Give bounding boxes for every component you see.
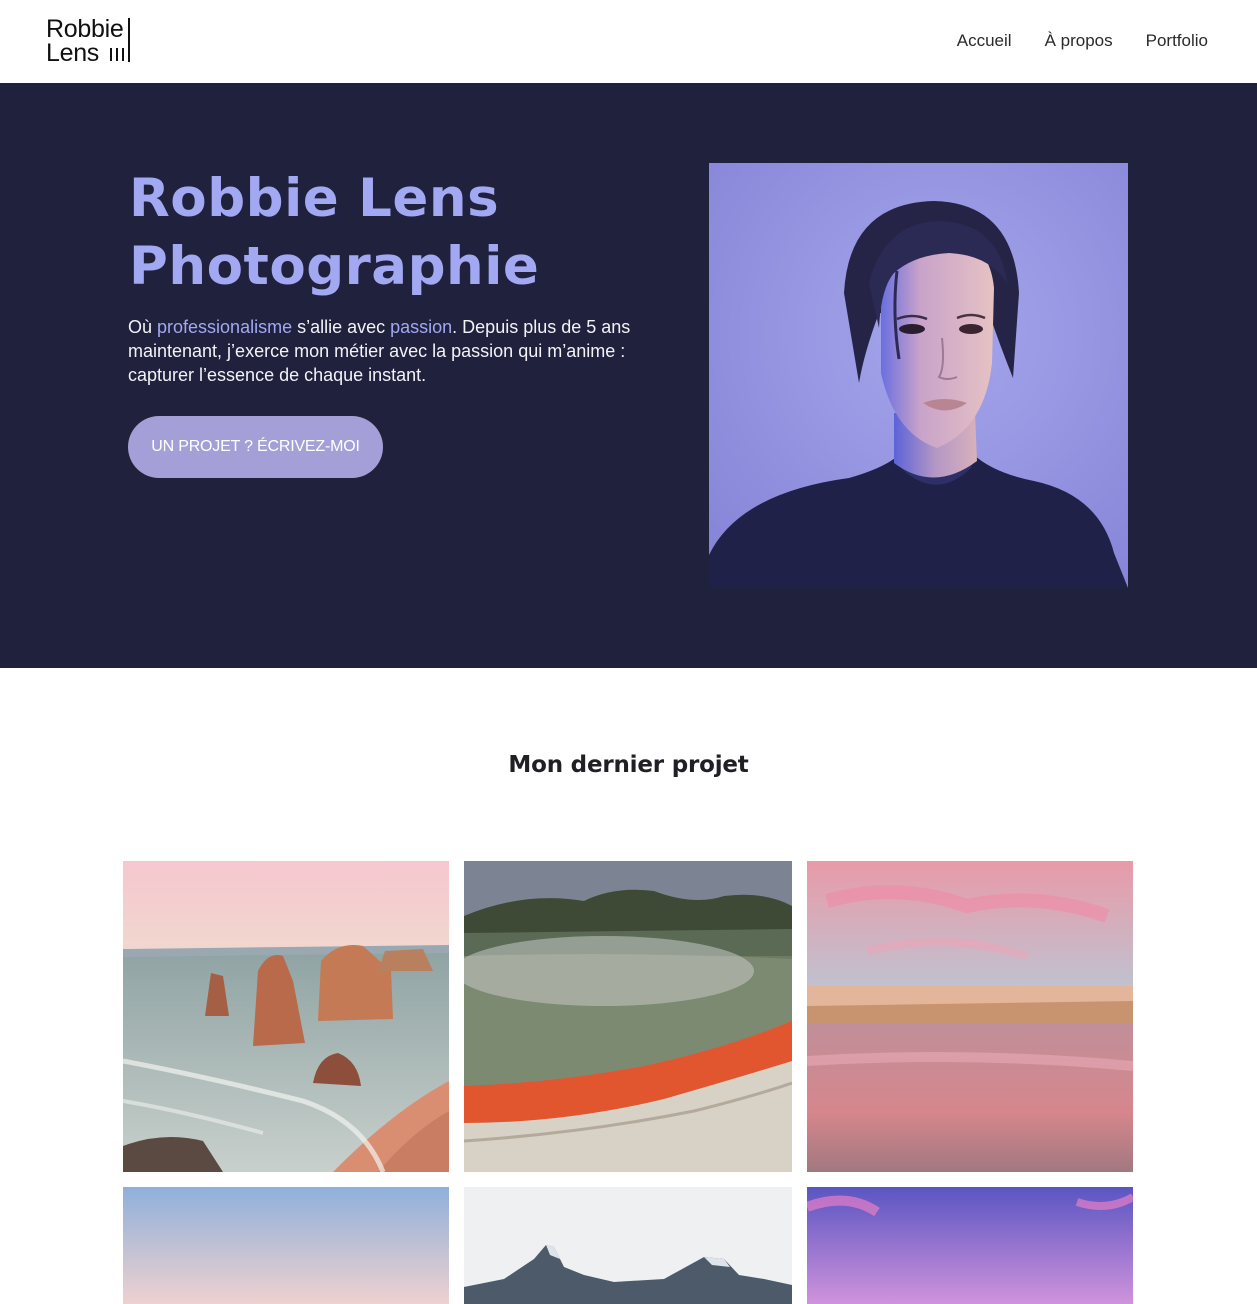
logo-bar bbox=[110, 48, 112, 61]
hero-description: Où professionalisme s’allie avec passion… bbox=[128, 315, 648, 387]
main-nav: Accueil À propos Portfolio bbox=[957, 30, 1208, 52]
projects-section-title: Mon dernier projet bbox=[508, 752, 749, 778]
hero-text-prefix: Où bbox=[128, 317, 158, 337]
hero-text-mid: s’allie avec bbox=[292, 317, 391, 337]
logo-bar bbox=[128, 18, 130, 62]
gallery-photo-geothermal-pool[interactable] bbox=[464, 861, 792, 1172]
hero-section: Robbie Lens Photographie Où professional… bbox=[0, 83, 1257, 668]
photo-illustration bbox=[123, 861, 449, 1172]
hero-title-line1: Robbie Lens bbox=[129, 168, 500, 229]
contact-cta-button[interactable]: UN PROJET ? ÉCRIVEZ-MOI bbox=[128, 416, 383, 478]
logo-text-line2: Lens bbox=[46, 39, 100, 67]
gallery-photo-purple-sky[interactable] bbox=[807, 1187, 1133, 1304]
gallery-photo-pink-beach[interactable] bbox=[807, 861, 1133, 1172]
hero-title: Robbie Lens Photographie bbox=[129, 165, 669, 301]
photo-illustration bbox=[807, 861, 1133, 1172]
photo-illustration bbox=[123, 1187, 449, 1304]
logo-bar bbox=[122, 48, 124, 61]
gallery-photo-coastal-rocks[interactable] bbox=[123, 861, 449, 1172]
nav-link-portfolio[interactable]: Portfolio bbox=[1146, 30, 1208, 52]
site-header: Robbie Lens Accueil À propos Portfolio bbox=[0, 0, 1257, 83]
hero-highlight-passion: passion bbox=[390, 317, 453, 337]
photo-illustration bbox=[464, 1187, 792, 1304]
portrait-photo bbox=[709, 163, 1128, 588]
gallery-photo-pastel-sky[interactable] bbox=[123, 1187, 449, 1304]
hero-highlight-professionalisme: professionalisme bbox=[157, 317, 293, 337]
nav-link-a-propos[interactable]: À propos bbox=[1045, 30, 1113, 52]
hero-title-line2: Photographie bbox=[129, 236, 540, 297]
photo-illustration bbox=[464, 861, 792, 1172]
gallery-photo-mountains[interactable] bbox=[464, 1187, 792, 1304]
logo-bar bbox=[116, 48, 118, 61]
photo-illustration bbox=[807, 1187, 1133, 1304]
nav-link-accueil[interactable]: Accueil bbox=[957, 30, 1012, 52]
portrait-illustration bbox=[709, 163, 1128, 588]
logo[interactable]: Robbie Lens bbox=[46, 16, 136, 66]
